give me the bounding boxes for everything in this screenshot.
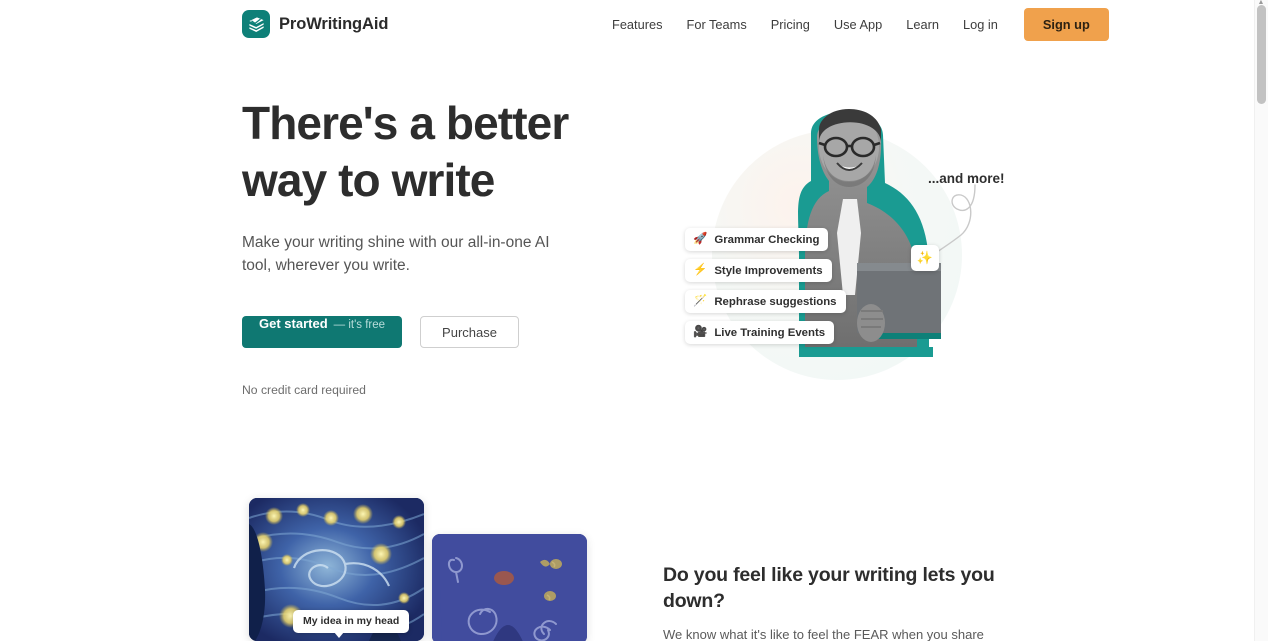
page-scrollbar-thumb[interactable]: [1257, 5, 1266, 104]
brand-name: ProWritingAid: [279, 14, 389, 33]
card-teal-tab: [703, 251, 767, 258]
purchase-button[interactable]: Purchase: [420, 316, 519, 348]
nav-item-log-in[interactable]: Log in: [951, 11, 1010, 38]
feature-label: Style Improvements: [714, 264, 823, 277]
card-teal-tab: [703, 313, 767, 320]
hero-illustration: 🚀 Grammar Checking ⚡ Style Improvements …: [655, 95, 1035, 395]
hero-title-line-2: way to write: [242, 154, 495, 206]
get-started-button[interactable]: Get started — it's free: [242, 316, 403, 348]
page-root: ProWritingAid Features For Teams Pricing…: [0, 0, 1268, 641]
lightning-bolt-icon: ⚡: [693, 263, 708, 276]
lower-section-copy: Do you feel like your writing lets you d…: [663, 562, 1013, 641]
lower-heading: Do you feel like your writing lets you d…: [663, 564, 995, 612]
lower-paragraph: We know what it's like to feel the FEAR …: [663, 627, 984, 641]
sparkles-icon: ✨: [916, 250, 934, 265]
page-scrollbar-track[interactable]: ▲: [1254, 0, 1268, 641]
main-nav: Features For Teams Pricing Use App Learn…: [600, 0, 1109, 48]
feature-card-rephrase-suggestions[interactable]: 🪄 Rephrase suggestions: [685, 290, 846, 320]
idea-comparison-images: My idea in my head: [249, 498, 639, 641]
nav-item-features[interactable]: Features: [600, 11, 675, 38]
stacked-books-check-icon: [242, 10, 270, 38]
hero-title-line-1: There's a better: [242, 97, 569, 149]
crude-drawing-image: [432, 534, 587, 641]
card-teal-tab: [703, 282, 767, 289]
hero-copy: There's a better way to write Make your …: [242, 95, 642, 397]
nav-item-learn[interactable]: Learn: [894, 11, 951, 38]
video-camera-icon: 🎥: [693, 325, 708, 338]
get-started-sublabel: — it's free: [333, 319, 386, 331]
no-credit-card-note: No credit card required: [242, 383, 366, 397]
rocket-icon: 🚀: [693, 232, 708, 245]
sparkles-icon-card: ✨: [911, 245, 939, 271]
brand-logo-link[interactable]: ProWritingAid: [242, 10, 388, 38]
browser-viewport: ProWritingAid Features For Teams Pricing…: [0, 0, 1254, 641]
nav-item-use-app[interactable]: Use App: [822, 11, 894, 38]
feature-card-list: 🚀 Grammar Checking ⚡ Style Improvements …: [685, 228, 846, 352]
hero-subtitle: Make your writing shine with our all-in-…: [242, 234, 550, 274]
feature-card-style-improvements[interactable]: ⚡ Style Improvements: [685, 259, 832, 289]
nav-item-pricing[interactable]: Pricing: [759, 11, 822, 38]
magic-wand-icon: 🪄: [693, 294, 708, 307]
sign-up-button[interactable]: Sign up: [1023, 7, 1109, 41]
nav-item-for-teams[interactable]: For Teams: [675, 11, 759, 38]
feature-card-grammar-checking[interactable]: 🚀 Grammar Checking: [685, 228, 829, 258]
feature-card-live-training-events[interactable]: 🎥 Live Training Events: [685, 321, 835, 344]
hero-title: There's a better way to write: [242, 95, 642, 209]
image-caption: My idea in my head: [293, 610, 410, 638]
feature-label: Live Training Events: [714, 326, 826, 339]
feature-label: Rephrase suggestions: [714, 295, 837, 308]
get-started-label: Get started: [259, 316, 328, 331]
feature-label: Grammar Checking: [714, 233, 820, 246]
site-header: ProWritingAid Features For Teams Pricing…: [0, 0, 1254, 48]
hero-cta-group: Get started — it's free Purchase: [242, 316, 642, 348]
